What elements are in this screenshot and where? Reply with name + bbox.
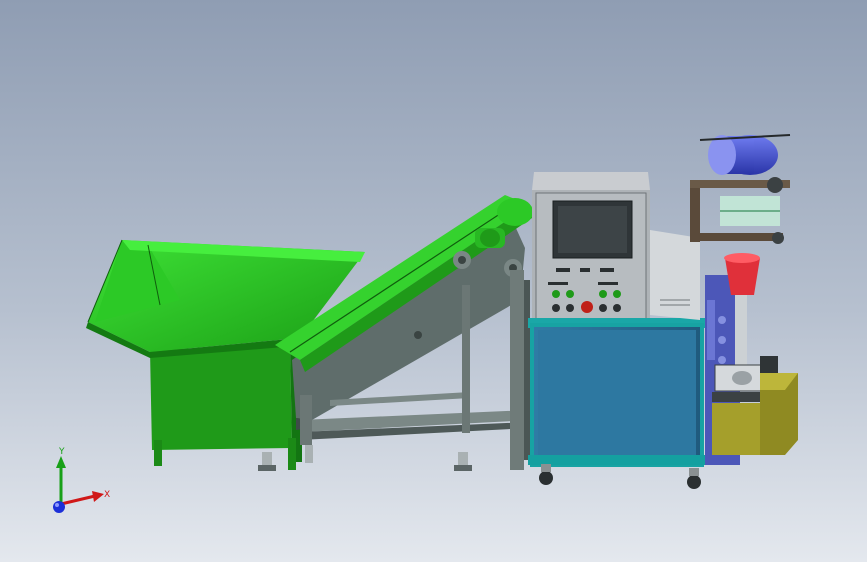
cad-viewport[interactable]: Y X bbox=[0, 0, 867, 562]
axis-label-y: Y bbox=[58, 447, 65, 457]
emergency-stop-button bbox=[581, 301, 593, 313]
axis-label-x: X bbox=[104, 490, 110, 500]
